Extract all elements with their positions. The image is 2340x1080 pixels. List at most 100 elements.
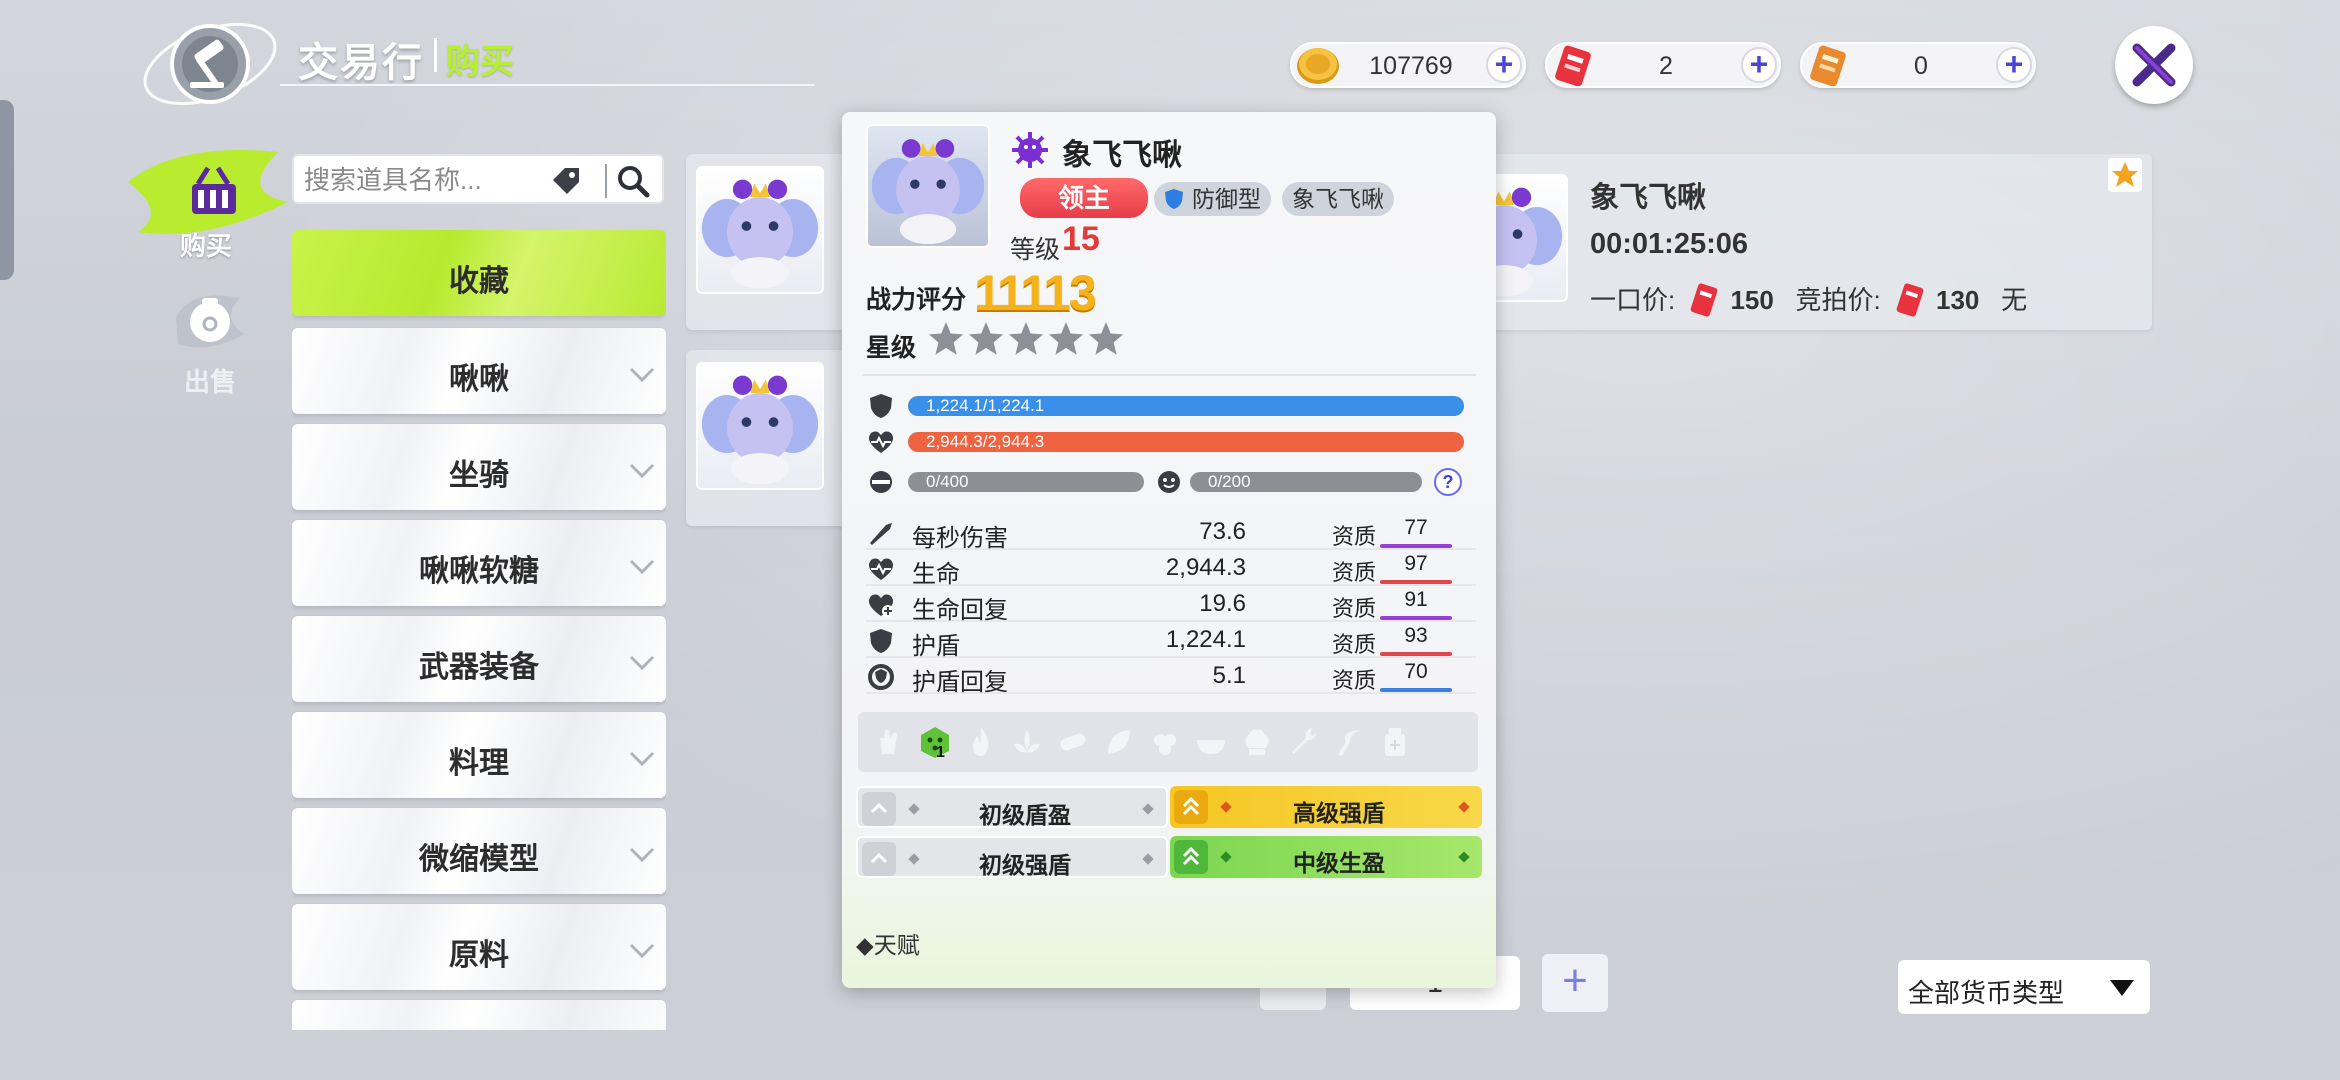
bowl-icon[interactable] bbox=[1194, 724, 1228, 760]
nav-buy-label: 购买 bbox=[180, 231, 233, 261]
title-separator bbox=[434, 38, 437, 72]
pet-portrait bbox=[866, 124, 990, 248]
dice-icon[interactable] bbox=[918, 724, 952, 760]
quality-label: 资质 bbox=[1332, 668, 1377, 693]
chevron-down-icon bbox=[629, 847, 655, 863]
stat-value: 1,224.1 bbox=[1165, 626, 1246, 653]
category-miniatures[interactable]: 微缩模型 bbox=[292, 808, 666, 894]
passive-skill-mid-life-surplus[interactable]: 中级生盈 bbox=[1170, 836, 1482, 878]
berry-icon[interactable] bbox=[1148, 724, 1182, 760]
category-mounts[interactable]: 坐骑 bbox=[292, 424, 666, 510]
log-icon[interactable] bbox=[1056, 724, 1090, 760]
quality-value: 70 bbox=[1404, 660, 1428, 683]
quality-label: 资质 bbox=[1332, 596, 1377, 621]
category-cooking[interactable]: 料理 bbox=[292, 712, 666, 798]
stat-row-shield-regen: 护盾回复 5.1 资质 70 bbox=[866, 660, 1476, 696]
add-gold-button[interactable]: + bbox=[1486, 47, 1522, 83]
shield-bar-row: 1,224.1/1,224.1 bbox=[866, 390, 1486, 422]
category-favorites[interactable]: 收藏 bbox=[292, 230, 666, 316]
stat-row-health: 生命 2,944.3 资质 97 bbox=[866, 552, 1476, 588]
shield-type-icon bbox=[1165, 189, 1183, 209]
orange-ticket-amount: 0 bbox=[1914, 52, 1928, 80]
fire-icon[interactable] bbox=[964, 724, 998, 760]
diamond-icon bbox=[1142, 853, 1154, 865]
health-bar: 2,944.3/2,944.3 bbox=[908, 432, 1464, 452]
passive-label: 初级强盾 bbox=[979, 852, 1071, 878]
needs-bar-row: 0/400 0/200 bbox=[866, 466, 1486, 498]
star-label: 星级 bbox=[866, 334, 917, 362]
upgrade-chevron-icon bbox=[862, 842, 896, 876]
sickle-icon[interactable] bbox=[1332, 724, 1366, 760]
listing-card[interactable]: 象飞飞啾 00:01:25:06 一口价: 150 竞拍价: 130 无 bbox=[1434, 154, 2152, 330]
search-icon[interactable] bbox=[614, 162, 652, 200]
upgrade-chevron-icon bbox=[862, 792, 896, 826]
currency-type-label: 全部货币类型 bbox=[1908, 978, 2065, 1008]
stat-value: 19.6 bbox=[1199, 590, 1246, 617]
lotus-icon[interactable] bbox=[1010, 724, 1044, 760]
passive-label: 中级生盈 bbox=[1293, 850, 1385, 876]
page-plus-button[interactable]: + bbox=[1542, 954, 1608, 1012]
star-icon bbox=[2112, 162, 2138, 187]
category-label: 原料 bbox=[449, 939, 509, 972]
triangle-down-icon bbox=[2110, 980, 2134, 996]
close-icon bbox=[2132, 43, 2176, 87]
help-button[interactable]: ? bbox=[1434, 468, 1462, 496]
category-weapons[interactable]: 武器装备 bbox=[292, 616, 666, 702]
chevron-down-icon bbox=[629, 655, 655, 671]
elephant-jiujiu-icon bbox=[701, 375, 819, 485]
favorite-star-button[interactable] bbox=[2108, 158, 2142, 192]
header-divider bbox=[280, 84, 814, 86]
category-jiujiu-candy[interactable]: 啾啾软糖 bbox=[292, 520, 666, 606]
chef-hat-icon[interactable] bbox=[1240, 724, 1274, 760]
star-icon bbox=[968, 322, 1004, 355]
star-icon bbox=[1088, 322, 1124, 355]
sword-icon bbox=[870, 523, 892, 545]
category-label: 啾啾软糖 bbox=[419, 555, 539, 588]
buyout-price: 150 bbox=[1730, 285, 1774, 315]
diamond-icon bbox=[1142, 803, 1154, 815]
add-red-ticket-button[interactable]: + bbox=[1741, 47, 1777, 83]
category-more[interactable] bbox=[292, 1000, 666, 1030]
power-label: 战力评分 bbox=[866, 286, 967, 314]
star-icon bbox=[928, 322, 964, 355]
auction-hammer-emblem-icon bbox=[143, 22, 277, 106]
search-input[interactable] bbox=[304, 164, 574, 196]
shield-icon bbox=[870, 394, 892, 418]
quality-underline bbox=[1380, 688, 1452, 692]
hunger-bar-text: 0/400 bbox=[926, 472, 969, 491]
star-icon bbox=[1008, 322, 1044, 355]
quality-label: 资质 bbox=[1332, 524, 1377, 549]
category-label: 微缩模型 bbox=[419, 843, 539, 876]
pet-name: 象飞飞啾 bbox=[1062, 139, 1182, 172]
virus-element-icon bbox=[1012, 132, 1048, 168]
category-jiujiu[interactable]: 啾啾 bbox=[292, 328, 666, 414]
elephant-jiujiu-icon bbox=[701, 179, 819, 289]
bottle-icon[interactable] bbox=[1378, 724, 1412, 760]
tag-icon[interactable] bbox=[549, 164, 583, 198]
quality-value: 97 bbox=[1404, 552, 1428, 575]
quality-underline bbox=[1380, 544, 1452, 548]
passive-skill-basic-strong-shield[interactable]: 初级强盾 bbox=[856, 836, 1168, 878]
category-materials[interactable]: 原料 bbox=[292, 904, 666, 990]
hand-icon[interactable] bbox=[872, 724, 906, 760]
currency-type-dropdown[interactable]: 全部货币类型 bbox=[1898, 960, 2150, 1014]
category-label: 料理 bbox=[449, 747, 509, 780]
passive-skill-basic-shield-surplus[interactable]: 初级盾盈 bbox=[856, 786, 1168, 828]
search-box bbox=[292, 154, 664, 204]
add-orange-ticket-button[interactable]: + bbox=[1996, 47, 2032, 83]
stat-name: 生命回复 bbox=[912, 597, 1008, 624]
gold-amount: 107769 bbox=[1369, 52, 1453, 80]
close-button[interactable] bbox=[2115, 26, 2193, 104]
bid-label: 竞拍价: bbox=[1795, 285, 1881, 315]
category-label: 收藏 bbox=[449, 265, 509, 298]
defense-type-tag: 防御型 bbox=[1154, 182, 1271, 216]
leaf-icon[interactable] bbox=[1102, 724, 1136, 760]
side-edge-tab[interactable] bbox=[0, 100, 14, 280]
quality-value: 91 bbox=[1404, 588, 1428, 611]
diamond-icon bbox=[1458, 851, 1470, 863]
passive-skill-advanced-strong-shield[interactable]: 高级强盾 bbox=[1170, 786, 1482, 828]
stat-value: 2,944.3 bbox=[1165, 554, 1246, 581]
upgrade-chevron-icon bbox=[1174, 840, 1208, 874]
category-label: 啾啾 bbox=[449, 363, 509, 396]
wrench-icon[interactable] bbox=[1286, 724, 1320, 760]
